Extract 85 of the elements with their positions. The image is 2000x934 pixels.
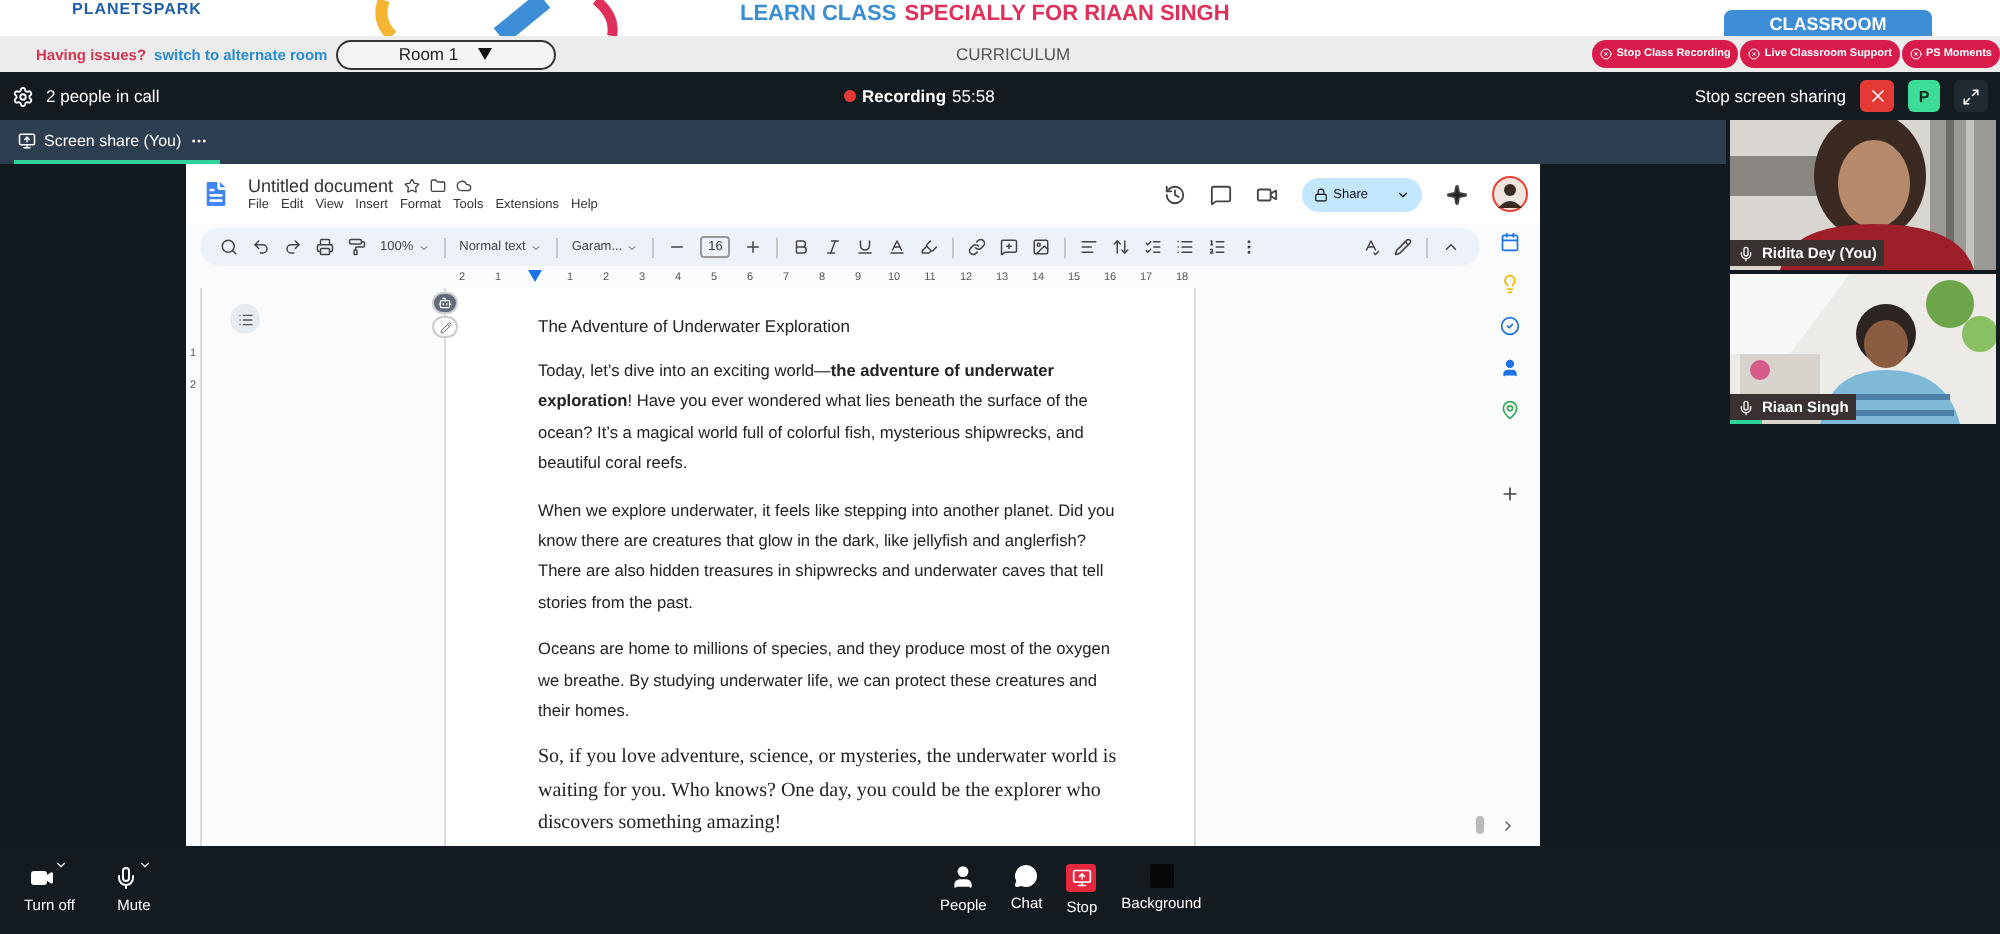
paragraph: Today, let’s dive into an exciting world—the adventure of underwater exploration! Have you ever wondered what lies beneath the surface of the ocean? It’s a magical world full of colorful fish, mysterious shipwrecks, and beautiful coral reefs.: [538, 358, 1090, 477]
printer-icon: [316, 238, 334, 256]
caret-icon: [417, 241, 430, 253]
curriculum-label[interactable]: CURRICULUM: [956, 44, 1071, 64]
lightbulb-icon: [1500, 274, 1520, 294]
user-avatar[interactable]: [1492, 176, 1528, 212]
map-pin-icon: [1500, 400, 1520, 420]
outline-button[interactable]: [230, 304, 260, 334]
tab-label: Screen share (You): [44, 131, 182, 149]
cloud-icon: [455, 178, 472, 194]
document-icon: [200, 178, 232, 210]
close-button[interactable]: [1860, 80, 1894, 112]
video-camera-icon: [30, 866, 55, 890]
caret-icon: [1396, 187, 1410, 201]
recording-time: 55:58: [952, 86, 995, 106]
people-count: 2 people in call: [46, 86, 160, 106]
history-icon: [1163, 183, 1186, 205]
image-icon: [1032, 238, 1051, 256]
caret-icon: [529, 241, 542, 253]
chevron-up-icon: [1442, 238, 1460, 256]
person-icon: [1500, 358, 1520, 378]
folder-icon: [429, 178, 446, 194]
recording-label: Recording: [862, 86, 947, 106]
background-icon: [1149, 864, 1174, 888]
chevron-right-icon: [1500, 817, 1516, 833]
circle-x-icon: [1748, 48, 1761, 60]
calendar-icon: [1500, 232, 1520, 252]
banner-title-lead: LEARN CLASS: [740, 2, 897, 26]
redo-icon: [284, 238, 302, 256]
list-icon: [237, 311, 253, 327]
caret-icon: [478, 48, 493, 60]
paragraph: So, if you love adventure, science, or mysteries, the underwater world is waiting for you. Who knows? One day, you could be the explorer who discovers something amazing!: [538, 744, 1119, 839]
align-icon: [1080, 238, 1099, 256]
chat-bubble-icon: [1014, 864, 1039, 888]
video-camera-icon: [1255, 183, 1278, 205]
room-select[interactable]: Room 1: [335, 39, 556, 69]
person-icon: [950, 864, 977, 890]
document-heading: The Adventure of Underwater Exploration: [538, 316, 852, 336]
pencil-icon: [1394, 238, 1412, 256]
spellcheck-icon: [1362, 238, 1380, 256]
paragraph: Oceans are home to millions of species, and they produce most of the oxygen we breathe. By studying underwater life, we can protect these creatures and their homes.: [538, 636, 1112, 725]
underline-icon: [856, 238, 875, 256]
document-title[interactable]: Untitled document: [248, 176, 394, 196]
banner-title: SPECIALLY FOR RIAAN SINGH: [904, 2, 1230, 26]
plus-icon: [744, 238, 763, 256]
search-icon: [220, 238, 238, 256]
comment-icon: [1209, 183, 1232, 205]
paragraph: When we explore underwater, it feels like stepping into another planet. Did you know there are creatures that glow in the dark, like jellyfish and anglerfish? There are also hidden treasures in shipwrecks and underwater caves that tell stories from the past.: [538, 497, 1117, 616]
caret-icon: [138, 858, 153, 872]
monitor-icon: [18, 131, 36, 149]
logo: PLANETSPARK: [72, 0, 202, 18]
screen-share-off-icon: [1066, 864, 1097, 892]
bold-icon: [792, 238, 811, 256]
add-comment-icon: [1000, 238, 1019, 256]
stop-sharing-label: Stop screen sharing: [1694, 86, 1846, 106]
up-down-arrow-icon: [1112, 238, 1131, 256]
fullscreen-button[interactable]: [1954, 80, 1988, 112]
sparkle-icon: [1446, 183, 1468, 205]
pencil-icon[interactable]: [432, 316, 458, 338]
text-color-icon: [888, 238, 907, 256]
bullet-list-icon: [1176, 238, 1195, 256]
microphone-icon: [1738, 399, 1754, 415]
close-icon: [1867, 86, 1887, 106]
paint-roller-icon: [348, 238, 366, 256]
circle-x-icon: [1600, 48, 1613, 60]
numbered-list-icon: [1208, 238, 1227, 256]
highlighter-icon: [920, 238, 939, 256]
microphone-icon: [1738, 245, 1754, 261]
caret-icon: [626, 241, 639, 253]
caret-icon: [54, 858, 69, 872]
circle-x-icon: [1909, 48, 1922, 60]
checklist-icon: [1144, 238, 1163, 256]
plus-icon: [1500, 484, 1520, 504]
profile-button[interactable]: P: [1908, 80, 1940, 112]
star-icon: [403, 178, 420, 194]
link-icon: [968, 238, 987, 256]
italic-icon: [824, 238, 843, 256]
lock-icon: [1313, 187, 1328, 201]
microphone-icon: [114, 866, 139, 890]
robot-icon[interactable]: [432, 292, 458, 314]
undo-icon: [252, 238, 270, 256]
settings-icon: [12, 85, 34, 107]
expand-icon: [1962, 87, 1980, 105]
check-circle-icon: [1500, 316, 1520, 336]
scrollbar-thumb[interactable]: [1476, 816, 1484, 834]
